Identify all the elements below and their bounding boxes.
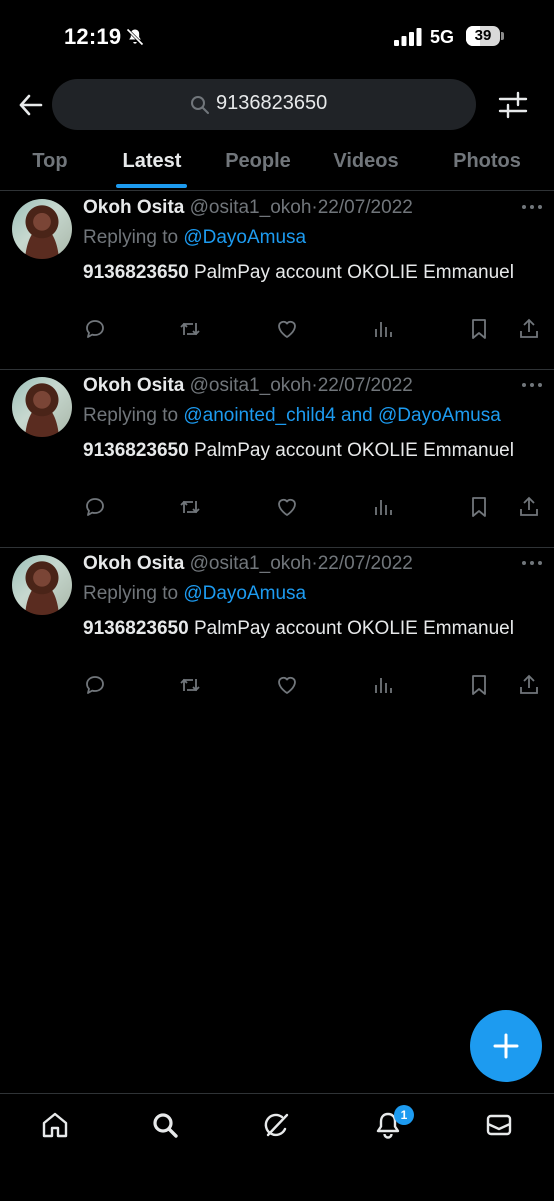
replying-to: Replying to @anointed_child4 and @DayoAm… [83, 405, 501, 427]
tweet[interactable]: Okoh Osita @osita1_okoh·22/07/2022 Reply… [0, 191, 554, 370]
tweet-text: 9136823650 PalmPay account OKOLIE Emmanu… [83, 259, 523, 286]
phone-number: 9136823650 [83, 262, 189, 283]
status-time: 12:19 [64, 24, 122, 49]
share-icon[interactable] [517, 495, 541, 519]
author-name[interactable]: Okoh Osita [83, 553, 184, 574]
retweet-icon[interactable] [178, 495, 202, 519]
active-tab-indicator [116, 184, 187, 188]
like-icon[interactable] [275, 673, 299, 697]
replying-to-label: Replying to [83, 405, 184, 426]
more-options-icon[interactable] [521, 203, 543, 211]
reply-icon[interactable] [83, 495, 107, 519]
messages-icon[interactable] [484, 1110, 514, 1140]
more-options-icon[interactable] [521, 559, 543, 567]
avatar[interactable] [12, 377, 72, 437]
tweet-date: 22/07/2022 [317, 553, 413, 574]
avatar[interactable] [12, 199, 72, 259]
bookmark-icon[interactable] [467, 495, 491, 519]
tab-photos[interactable]: Photos [440, 140, 534, 190]
replying-to: Replying to @DayoAmusa [83, 583, 306, 605]
bookmark-icon[interactable] [467, 673, 491, 697]
phone-number: 9136823650 [83, 440, 189, 461]
tweet-actions [0, 495, 554, 521]
search-query: 9136823650 [216, 92, 328, 114]
network-type: 5G [430, 27, 455, 47]
share-icon[interactable] [517, 673, 541, 697]
tweet-text: 9136823650 PalmPay account OKOLIE Emmanu… [83, 437, 523, 464]
author-name[interactable]: Okoh Osita [83, 197, 184, 218]
bell-off-icon [126, 28, 144, 46]
search-icon[interactable] [150, 1110, 180, 1140]
battery-level: 39 [474, 27, 492, 44]
tweet[interactable]: Okoh Osita @osita1_okoh·22/07/2022 Reply… [0, 547, 554, 725]
tweet-actions [0, 673, 554, 699]
tweet-actions [0, 317, 554, 343]
search-tabs: Top Latest People Videos Photos [0, 140, 554, 191]
phone-number: 9136823650 [83, 618, 189, 639]
tweet-date: 22/07/2022 [317, 375, 413, 396]
tweet[interactable]: Okoh Osita @osita1_okoh·22/07/2022 Reply… [0, 369, 554, 548]
more-options-icon[interactable] [521, 381, 543, 389]
retweet-icon[interactable] [178, 317, 202, 341]
compose-button[interactable] [470, 1010, 542, 1082]
back-arrow-icon[interactable] [14, 88, 48, 122]
tab-videos[interactable]: Videos [320, 140, 412, 190]
avatar[interactable] [12, 555, 72, 615]
tweet-body-text: PalmPay account OKOLIE Emmanuel [188, 440, 514, 461]
battery-icon: 39 [466, 26, 506, 48]
replying-to-label: Replying to [83, 583, 184, 604]
home-icon[interactable] [40, 1110, 70, 1140]
share-icon[interactable] [517, 317, 541, 341]
tweet-text: 9136823650 PalmPay account OKOLIE Emmanu… [83, 615, 523, 642]
mention-link[interactable]: @DayoAmusa [183, 227, 306, 248]
like-icon[interactable] [275, 317, 299, 341]
search-icon [191, 96, 209, 114]
tweet-header: Okoh Osita @osita1_okoh·22/07/2022 [83, 375, 413, 397]
bottom-navigation: 1 [0, 1093, 554, 1201]
mention-link[interactable]: @DayoAmusa [183, 583, 306, 604]
replying-to: Replying to @DayoAmusa [83, 227, 306, 249]
tweet-body-text: PalmPay account OKOLIE Emmanuel [188, 262, 514, 283]
reply-icon[interactable] [83, 317, 107, 341]
tab-people[interactable]: People [212, 140, 304, 190]
tweet-header: Okoh Osita @osita1_okoh·22/07/2022 [83, 197, 413, 219]
filter-sliders-icon[interactable] [496, 90, 530, 120]
search-input[interactable]: 9136823650 [52, 79, 476, 130]
tweet-date: 22/07/2022 [317, 197, 413, 218]
views-icon[interactable] [371, 673, 395, 697]
notification-badge: 1 [394, 1105, 414, 1125]
author-handle[interactable]: @osita1_okoh [190, 197, 312, 218]
tab-latest[interactable]: Latest [106, 140, 198, 190]
plus-icon [493, 1033, 519, 1059]
views-icon[interactable] [371, 317, 395, 341]
retweet-icon[interactable] [178, 673, 202, 697]
tab-top[interactable]: Top [10, 140, 90, 190]
views-icon[interactable] [371, 495, 395, 519]
status-bar: 12:19 5G 39 [0, 0, 554, 76]
replying-to-label: Replying to [83, 227, 184, 248]
bookmark-icon[interactable] [467, 317, 491, 341]
author-handle[interactable]: @osita1_okoh [190, 553, 312, 574]
like-icon[interactable] [275, 495, 299, 519]
cellular-signal-icon [394, 28, 422, 46]
tweet-body-text: PalmPay account OKOLIE Emmanuel [188, 618, 514, 639]
mention-link[interactable]: @anointed_child4 and @DayoAmusa [183, 405, 500, 426]
grok-icon[interactable] [262, 1110, 292, 1140]
reply-icon[interactable] [83, 673, 107, 697]
author-handle[interactable]: @osita1_okoh [190, 375, 312, 396]
author-name[interactable]: Okoh Osita [83, 375, 184, 396]
tweet-header: Okoh Osita @osita1_okoh·22/07/2022 [83, 553, 413, 575]
